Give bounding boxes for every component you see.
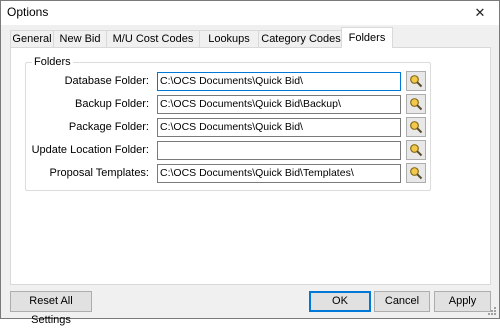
tab-general[interactable]: General <box>10 30 54 47</box>
magnifier-icon <box>410 98 423 111</box>
database-folder-row: Database Folder: C:\OCS Documents\Quick … <box>26 71 446 92</box>
magnifier-icon <box>410 121 423 134</box>
window-title: Options <box>7 5 49 19</box>
close-icon: ✕ <box>474 5 486 20</box>
tab-new-bid[interactable]: New Bid <box>53 30 107 47</box>
apply-button[interactable]: Apply <box>434 291 491 312</box>
backup-folder-browse-button[interactable] <box>406 94 426 114</box>
magnifier-icon <box>410 144 423 157</box>
close-button[interactable]: ✕ <box>461 1 499 25</box>
proposal-templates-label: Proposal Templates: <box>49 167 149 179</box>
package-folder-row: Package Folder: C:\OCS Documents\Quick B… <box>26 117 446 138</box>
tab-category-codes[interactable]: Category Codes <box>258 30 344 47</box>
backup-folder-row: Backup Folder: C:\OCS Documents\Quick Bi… <box>26 94 446 115</box>
update-location-folder-label: Update Location Folder: <box>31 144 149 156</box>
tab-lookups[interactable]: Lookups <box>199 30 259 47</box>
package-folder-browse-button[interactable] <box>406 117 426 137</box>
resize-grip-icon[interactable] <box>487 306 497 316</box>
database-folder-label: Database Folder: <box>64 75 149 87</box>
folders-group-title: Folders <box>32 56 73 68</box>
package-folder-label: Package Folder: <box>68 121 149 133</box>
update-location-folder-row: Update Location Folder: <box>26 140 446 161</box>
folders-tab-panel: Folders Database Folder: C:\OCS Document… <box>10 47 491 285</box>
ok-button[interactable]: OK <box>309 291 371 312</box>
update-location-folder-input[interactable] <box>157 141 401 160</box>
tab-mu-cost-codes[interactable]: M/U Cost Codes <box>106 30 200 47</box>
magnifier-icon <box>410 167 423 180</box>
database-folder-input[interactable]: C:\OCS Documents\Quick Bid\ <box>157 72 401 91</box>
magnifier-icon <box>410 75 423 88</box>
database-folder-browse-button[interactable] <box>406 71 426 91</box>
reset-all-settings-button[interactable]: Reset All Settings <box>10 291 92 326</box>
tab-folders[interactable]: Folders <box>341 27 393 48</box>
package-folder-input[interactable]: C:\OCS Documents\Quick Bid\ <box>157 118 401 137</box>
proposal-templates-browse-button[interactable] <box>406 163 426 183</box>
proposal-templates-input[interactable]: C:\OCS Documents\Quick Bid\Templates\ <box>157 164 401 183</box>
cancel-button[interactable]: Cancel <box>374 291 430 312</box>
update-location-folder-browse-button[interactable] <box>406 140 426 160</box>
options-dialog: Options ✕ General New Bid M/U Cost Codes… <box>0 0 500 326</box>
title-bar[interactable]: Options ✕ <box>1 1 499 25</box>
backup-folder-input[interactable]: C:\OCS Documents\Quick Bid\Backup\ <box>157 95 401 114</box>
proposal-templates-row: Proposal Templates: C:\OCS Documents\Qui… <box>26 163 446 184</box>
folders-groupbox: Folders Database Folder: C:\OCS Document… <box>25 56 431 191</box>
backup-folder-label: Backup Folder: <box>75 98 149 110</box>
